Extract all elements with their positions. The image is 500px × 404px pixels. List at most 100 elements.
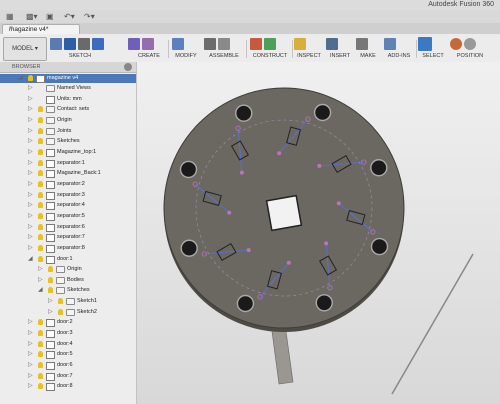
browser-tree-item[interactable]: ▷ door:6 <box>0 361 136 370</box>
expand-arrow-icon[interactable]: ▷ <box>38 265 43 272</box>
browser-tree-item[interactable]: ▷ Sketch1 <box>0 297 136 306</box>
expand-arrow-icon[interactable]: ▷ <box>28 329 33 336</box>
capture-position-icon[interactable] <box>450 38 462 50</box>
browser-tree-item[interactable]: ▷ separator:1 <box>0 159 136 168</box>
undo-icon[interactable]: ↶▾ <box>64 12 75 21</box>
visibility-bulb-icon[interactable] <box>38 383 43 390</box>
expand-arrow-icon[interactable]: ▷ <box>28 95 33 102</box>
expand-arrow-icon[interactable]: ▷ <box>28 159 33 166</box>
visibility-bulb-icon[interactable] <box>48 287 53 294</box>
visibility-bulb-icon[interactable] <box>38 138 43 145</box>
expand-arrow-icon[interactable]: ▷ <box>28 191 33 198</box>
revolve-icon[interactable] <box>142 38 154 50</box>
redo-icon[interactable]: ↷▾ <box>84 12 95 21</box>
visibility-bulb-icon[interactable] <box>38 170 43 177</box>
expand-arrow-icon[interactable]: ▷ <box>28 212 33 219</box>
visibility-bulb-icon[interactable] <box>38 202 43 209</box>
expand-arrow-icon[interactable]: ▷ <box>28 127 33 134</box>
browser-tree-item[interactable]: ▷ Origin <box>0 116 136 125</box>
browser-tree-item[interactable]: ▷ Sketches <box>0 137 136 146</box>
visibility-bulb-icon[interactable] <box>38 106 43 113</box>
expand-arrow-icon[interactable]: ▷ <box>28 244 33 251</box>
model-view[interactable] <box>137 62 500 404</box>
handle-bar[interactable] <box>270 323 294 385</box>
visibility-bulb-icon[interactable] <box>28 75 33 81</box>
visibility-bulb-icon[interactable] <box>38 372 43 379</box>
assemble-group[interactable]: ASSEMBLE <box>204 37 244 61</box>
select-icon[interactable] <box>418 37 432 51</box>
expand-arrow-icon[interactable]: ▷ <box>48 297 53 304</box>
visibility-bulb-icon[interactable] <box>48 266 53 273</box>
browser-tree-item[interactable]: ▷ separator:4 <box>0 201 136 211</box>
visibility-bulb-icon[interactable] <box>38 127 43 134</box>
visibility-bulb-icon[interactable] <box>38 191 43 198</box>
browser-tree-item[interactable]: ▷ separator:6 <box>0 223 136 232</box>
inspect-group[interactable]: INSPECT <box>294 37 324 61</box>
expand-arrow-icon[interactable]: ▷ <box>28 233 33 240</box>
expanded-arrow-icon[interactable]: ◢ <box>38 286 43 293</box>
extrude-icon[interactable] <box>128 38 140 50</box>
close-tab-icon[interactable]: × <box>9 25 76 32</box>
insert-image-icon[interactable] <box>326 38 338 50</box>
visibility-bulb-icon[interactable] <box>38 234 43 241</box>
browser-tree-item[interactable]: ▷ separator:3 <box>0 191 136 200</box>
browser-tree-item[interactable]: ◢ door:1 <box>0 255 136 264</box>
new-component-icon[interactable] <box>204 38 216 50</box>
browser-tree-item[interactable]: ▷ separator:5 <box>0 212 136 221</box>
expand-arrow-icon[interactable]: ▷ <box>28 223 33 230</box>
expand-arrow-icon[interactable]: ▷ <box>28 318 33 325</box>
save-icon[interactable]: ▣ <box>46 12 54 21</box>
visibility-bulb-icon[interactable] <box>38 330 43 337</box>
visibility-bulb-icon[interactable] <box>48 276 53 283</box>
create-sketch-icon[interactable] <box>50 38 62 50</box>
visibility-bulb-icon[interactable] <box>38 340 43 347</box>
browser-tree-item[interactable]: ▷ door:7 <box>0 372 136 381</box>
browser-tree-item[interactable]: ▷ door:8 <box>0 382 136 392</box>
visibility-bulb-icon[interactable] <box>38 255 43 262</box>
expand-arrow-icon[interactable]: ▷ <box>38 276 43 283</box>
visibility-bulb-icon[interactable] <box>58 308 63 315</box>
visibility-bulb-icon[interactable] <box>38 159 43 166</box>
visibility-bulb-icon[interactable] <box>38 117 43 124</box>
insert-group[interactable]: INSERT <box>326 37 354 61</box>
browser-tree-item[interactable]: ▷ Bodies <box>0 276 136 285</box>
expand-arrow-icon[interactable]: ▷ <box>28 180 33 187</box>
make-group[interactable]: MAKE <box>356 37 380 61</box>
browser-tree-item[interactable]: ▷ door:4 <box>0 340 136 349</box>
expanded-arrow-icon[interactable]: ◢ <box>28 255 33 262</box>
browser-tree-item[interactable]: ▷ Joints <box>0 127 136 136</box>
browser-tree-item[interactable]: ▷ separator:2 <box>0 180 136 189</box>
visibility-bulb-icon[interactable] <box>38 180 43 187</box>
expand-arrow-icon[interactable]: ▷ <box>28 84 33 91</box>
expand-arrow-icon[interactable]: ▷ <box>28 137 33 144</box>
collapse-browser-icon[interactable] <box>124 63 132 71</box>
3d-print-icon[interactable] <box>356 38 368 50</box>
browser-tree-item[interactable]: ▷ door:2 <box>0 318 136 328</box>
expand-arrow-icon[interactable]: ▷ <box>28 169 33 176</box>
position-group[interactable]: POSITION <box>450 37 490 61</box>
joint-icon[interactable] <box>218 38 230 50</box>
visibility-bulb-icon[interactable] <box>38 223 43 230</box>
browser-tree-item[interactable]: ▷ Magazine_top:1 <box>0 148 136 157</box>
browser-tree-item[interactable]: ▷ Sketch2 <box>0 308 136 317</box>
expand-arrow-icon[interactable]: ▷ <box>28 350 33 357</box>
expand-arrow-icon[interactable]: ▷ <box>28 372 33 379</box>
visibility-bulb-icon[interactable] <box>38 362 43 368</box>
scripts-icon[interactable] <box>384 38 396 50</box>
browser-tree-item[interactable]: ▷ Origin <box>0 265 136 274</box>
construct-group[interactable]: CONSTRUCT <box>250 37 290 61</box>
browser-tree-item[interactable]: ◢ Sketches <box>0 286 136 295</box>
expand-arrow-icon[interactable]: ▷ <box>28 148 33 155</box>
grid-menu-icon[interactable]: ▦ <box>6 12 14 21</box>
browser-tree-item[interactable]: ▷ door:3 <box>0 329 136 339</box>
browser-root-item[interactable]: ◢ magazine v4 <box>0 74 136 83</box>
select-group[interactable]: SELECT <box>418 37 448 61</box>
expand-arrow-icon[interactable]: ▷ <box>48 308 53 315</box>
browser-tree-item[interactable]: ▷ Named Views <box>0 84 136 93</box>
rectangle-icon[interactable] <box>78 38 90 50</box>
browser-tree-item[interactable]: ▷ Contact: sets <box>0 105 136 114</box>
visibility-bulb-icon[interactable] <box>38 319 43 326</box>
expanded-arrow-icon[interactable]: ◢ <box>18 74 23 81</box>
visibility-bulb-icon[interactable] <box>38 212 43 219</box>
press-pull-icon[interactable] <box>172 38 184 50</box>
